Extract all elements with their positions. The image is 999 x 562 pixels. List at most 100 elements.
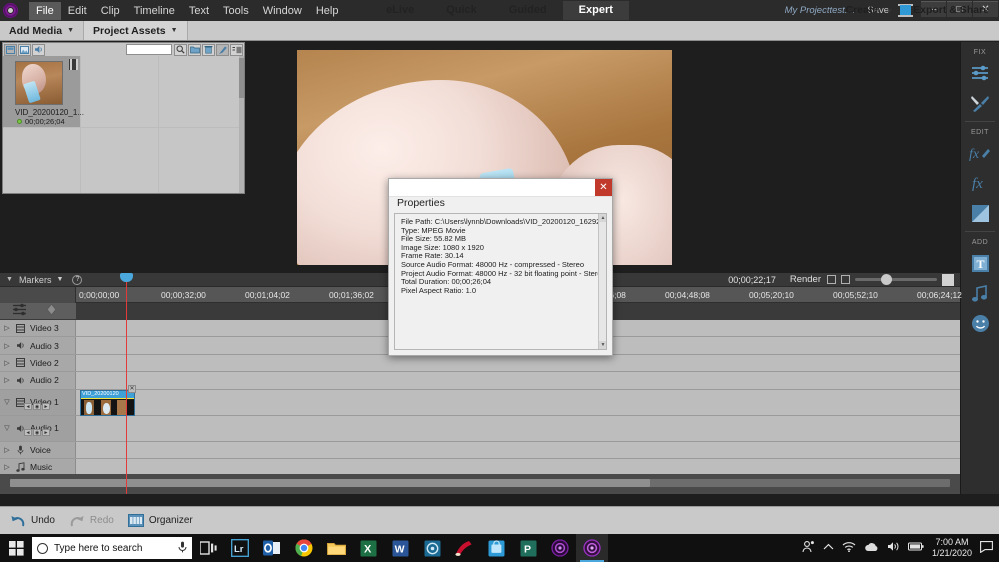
tab-guided[interactable]: Guided: [493, 1, 563, 20]
file-explorer-icon[interactable]: [320, 534, 352, 562]
track-prev-button[interactable]: ◄: [24, 429, 32, 436]
onedrive-icon[interactable]: [864, 542, 879, 555]
outlook-icon[interactable]: [256, 534, 288, 562]
timeline-horizontal-scrollbar[interactable]: [0, 474, 960, 494]
render-label[interactable]: Render: [790, 274, 821, 285]
track-header-audio-1[interactable]: ▽ Audio 1 ◄ ◉ ►: [0, 416, 76, 441]
tab-expert[interactable]: Expert: [563, 1, 629, 20]
action-center-icon[interactable]: [980, 541, 993, 556]
battery-icon[interactable]: [908, 542, 924, 554]
wifi-icon[interactable]: [842, 541, 856, 555]
search-icon[interactable]: [174, 44, 187, 56]
tools-icon[interactable]: [967, 90, 993, 116]
properties-dialog[interactable]: ✕ Properties File Path: C:\Users\lynnb\D…: [388, 178, 613, 356]
audio-filter-icon[interactable]: [32, 44, 45, 56]
track-disclosure-icon[interactable]: ▷: [3, 324, 11, 332]
menu-item-help[interactable]: Help: [309, 2, 346, 20]
transitions-icon[interactable]: [967, 200, 993, 226]
track-row[interactable]: ▽ Video 1 ◄ ◉ ► VID_20200120: [0, 390, 960, 416]
video-filter-icon[interactable]: [4, 44, 17, 56]
create-button[interactable]: Create ▼: [836, 4, 904, 16]
asset-search-input[interactable]: [126, 44, 172, 55]
ccleaner-icon[interactable]: [448, 534, 480, 562]
track-disclosure-icon[interactable]: ▷: [3, 376, 11, 384]
track-disclosure-icon[interactable]: ▽: [3, 398, 11, 406]
lightroom-icon[interactable]: Lr: [224, 534, 256, 562]
track-header-music[interactable]: ▷ Music: [0, 459, 76, 474]
zoom-fit-icon[interactable]: [841, 275, 850, 284]
search-input[interactable]: Type here to search: [32, 537, 192, 559]
zoom-out-icon[interactable]: [827, 275, 836, 284]
track-speaker-button[interactable]: ◉: [33, 429, 41, 436]
dialog-scrollbar[interactable]: ▲ ▼: [598, 214, 606, 349]
menu-item-clip[interactable]: Clip: [94, 2, 127, 20]
organizer-button[interactable]: Organizer: [128, 514, 193, 527]
project-assets-tab[interactable]: Project Assets ▼: [84, 21, 188, 40]
markers-label[interactable]: Markers: [19, 275, 52, 285]
clock[interactable]: 7:00 AM 1/21/2020: [932, 537, 972, 559]
tag-icon[interactable]: [216, 44, 229, 56]
settings-icon[interactable]: [416, 534, 448, 562]
track-row[interactable]: ▷ Video 2: [0, 355, 960, 372]
track-lane[interactable]: [76, 355, 960, 371]
tab-quick[interactable]: Quick: [430, 1, 493, 20]
scroll-up-icon[interactable]: ▲: [599, 214, 607, 222]
track-header-video-3[interactable]: ▷ Video 3: [0, 320, 76, 336]
start-button[interactable]: [0, 534, 32, 562]
zoom-in-icon[interactable]: [942, 274, 954, 286]
track-lane[interactable]: [76, 442, 960, 458]
microphone-icon[interactable]: [178, 541, 187, 556]
powerpoint-icon[interactable]: P: [512, 534, 544, 562]
show-hidden-icons-icon[interactable]: [823, 542, 834, 554]
menu-item-edit[interactable]: Edit: [61, 2, 94, 20]
track-lane[interactable]: VID_20200120 ✕: [76, 390, 960, 415]
task-view-icon[interactable]: [192, 534, 224, 562]
people-icon[interactable]: [802, 540, 815, 556]
adjustments-icon[interactable]: [967, 60, 993, 86]
expand-triangle-icon[interactable]: ▼: [6, 276, 13, 283]
menu-item-text[interactable]: Text: [182, 2, 216, 20]
track-eye-button[interactable]: ◉: [33, 403, 41, 410]
track-prev-button[interactable]: ◄: [24, 403, 32, 410]
clip-close-handle[interactable]: ✕: [128, 385, 136, 393]
graphics-icon[interactable]: [967, 310, 993, 336]
track-disclosure-icon[interactable]: ▷: [3, 359, 11, 367]
track-lane[interactable]: [76, 459, 960, 474]
track-disclosure-icon[interactable]: ▷: [3, 446, 11, 454]
tab-elive[interactable]: eLive: [370, 1, 430, 20]
track-row[interactable]: ▷ Voice: [0, 442, 960, 459]
track-settings-icon[interactable]: [12, 303, 27, 319]
undo-button[interactable]: Undo: [10, 514, 55, 528]
new-item-icon[interactable]: [188, 44, 201, 56]
word-icon[interactable]: W: [384, 534, 416, 562]
track-disclosure-icon[interactable]: ▽: [3, 424, 11, 432]
track-header-voice[interactable]: ▷ Voice: [0, 442, 76, 458]
track-header-video-2[interactable]: ▷ Video 2: [0, 355, 76, 371]
menu-item-file[interactable]: File: [29, 2, 61, 20]
photoshop-elements-icon[interactable]: [576, 534, 608, 562]
premiere-elements-icon[interactable]: [544, 534, 576, 562]
track-disclosure-icon[interactable]: ▷: [3, 463, 11, 471]
add-media-button[interactable]: Add Media ▼: [0, 21, 84, 40]
panel-menu-icon[interactable]: [230, 44, 243, 56]
asset-item[interactable]: VID_20200120_1... 00;00;26;04: [3, 56, 80, 127]
zoom-slider-knob[interactable]: [881, 274, 892, 285]
track-next-button[interactable]: ►: [42, 403, 50, 410]
track-header-audio-2[interactable]: ▷ Audio 2: [0, 372, 76, 388]
track-lane[interactable]: [76, 372, 960, 388]
fx-icon[interactable]: fx: [967, 170, 993, 196]
music-icon[interactable]: [967, 280, 993, 306]
scroll-down-icon[interactable]: ▼: [599, 341, 607, 349]
volume-icon[interactable]: [887, 541, 900, 555]
track-row[interactable]: ▷ Audio 2: [0, 372, 960, 389]
photo-filter-icon[interactable]: [18, 44, 31, 56]
assets-scrollbar[interactable]: [239, 56, 244, 193]
track-next-button[interactable]: ►: [42, 429, 50, 436]
menu-item-tools[interactable]: Tools: [216, 2, 256, 20]
playhead[interactable]: [126, 273, 127, 494]
excel-icon[interactable]: X: [352, 534, 384, 562]
track-row[interactable]: ▽ Audio 1 ◄ ◉ ►: [0, 416, 960, 442]
zoom-slider[interactable]: [855, 278, 937, 281]
track-header-audio-3[interactable]: ▷ Audio 3: [0, 337, 76, 353]
title-text-icon[interactable]: T: [967, 250, 993, 276]
